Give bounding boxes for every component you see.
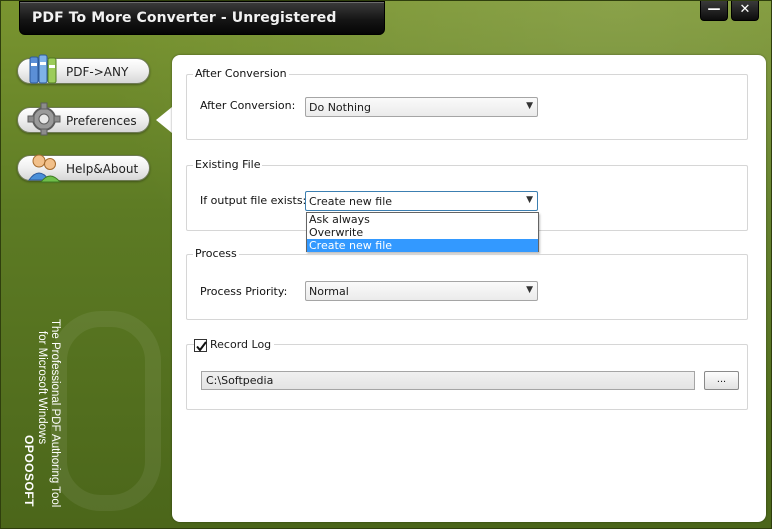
app-window: PDF To More Converter - Unregistered — ✕… [0, 0, 772, 529]
nav-help-about-button[interactable]: Help&About [17, 154, 150, 183]
process-priority-value: Normal [309, 285, 349, 298]
dropdown-option-overwrite[interactable]: Overwrite [307, 226, 538, 239]
existing-file-select[interactable]: Create new file ▼ [305, 191, 538, 211]
after-conversion-label: After Conversion: [200, 99, 296, 112]
active-nav-pointer [156, 107, 172, 133]
chevron-down-icon: ▼ [526, 285, 533, 295]
branding-tagline-1: The Professional PDF Authoring Tool [49, 319, 61, 508]
after-conversion-value: Do Nothing [309, 101, 371, 114]
background-logo-watermark [51, 311, 161, 511]
record-log-checkbox[interactable] [194, 339, 207, 352]
branding-name: OPOOSOFT [22, 435, 36, 508]
books-icon [29, 54, 57, 84]
chevron-down-icon: ▼ [526, 195, 533, 205]
branding: The Professional PDF Authoring Tool for … [15, 319, 61, 519]
process-priority-select[interactable]: Normal ▼ [305, 281, 538, 301]
record-log-label: Record Log [207, 338, 275, 351]
existing-file-dropdown-list: Ask always Overwrite Create new file [306, 212, 539, 252]
nav-preferences-label: Preferences [66, 114, 137, 128]
group-title: After Conversion [193, 67, 289, 80]
title-bar[interactable]: PDF To More Converter - Unregistered [19, 1, 385, 35]
dropdown-option-ask-always[interactable]: Ask always [307, 213, 538, 226]
branding-tagline-2: for Microsoft Windows [36, 331, 48, 445]
branding-rotated: The Professional PDF Authoring Tool for … [15, 319, 61, 519]
window-title: PDF To More Converter - Unregistered [32, 10, 337, 26]
gear-icon [27, 102, 61, 136]
process-priority-label: Process Priority: [200, 285, 288, 298]
nav-preferences-button[interactable]: Preferences [17, 102, 150, 136]
dropdown-option-create-new-file[interactable]: Create new file [307, 239, 538, 252]
existing-file-value: Create new file [309, 195, 393, 208]
log-path-input[interactable]: C:\Softpedia [201, 371, 695, 390]
minimize-button[interactable]: — [700, 1, 728, 21]
group-title: Existing File [193, 158, 263, 171]
after-conversion-select[interactable]: Do Nothing ▼ [305, 97, 538, 117]
users-icon [28, 154, 62, 183]
existing-file-label: If output file exists: [200, 194, 307, 207]
browse-button[interactable]: ... [704, 371, 739, 390]
nav-pdf-any-button[interactable]: PDF->ANY [17, 54, 150, 84]
nav-pdf-any-label: PDF->ANY [66, 65, 129, 79]
nav-help-about-label: Help&About [66, 162, 139, 176]
chevron-down-icon: ▼ [526, 101, 533, 111]
close-button[interactable]: ✕ [731, 1, 759, 21]
group-title: Process [193, 247, 239, 260]
